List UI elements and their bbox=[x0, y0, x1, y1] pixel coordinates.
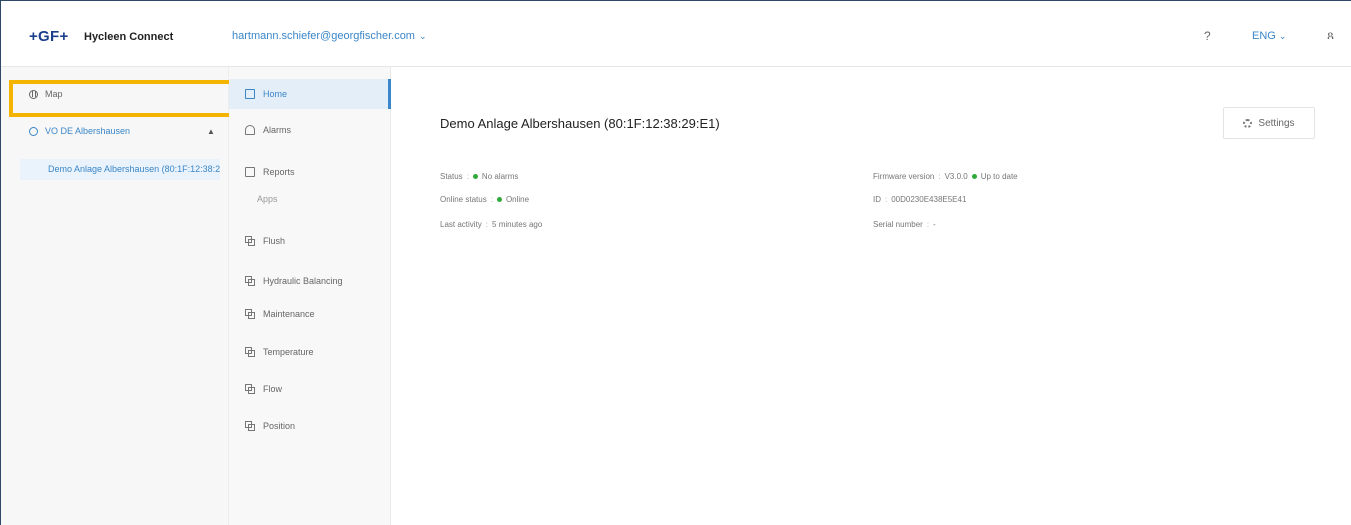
apps-heading: Apps bbox=[257, 194, 278, 204]
last-activity-value: 5 minutes ago bbox=[492, 220, 543, 229]
home-icon bbox=[245, 89, 255, 99]
nav-item-label: Reports bbox=[263, 167, 295, 177]
nav-item-label: Flush bbox=[263, 236, 286, 246]
nav-item-temperature[interactable]: Temperature bbox=[245, 347, 389, 357]
status-dot-icon bbox=[472, 174, 478, 179]
app-icon bbox=[245, 236, 255, 246]
serial-number-label: Serial number bbox=[873, 220, 923, 229]
nav-item-label: Maintenance bbox=[263, 309, 315, 319]
firmware-label: Firmware version bbox=[873, 172, 935, 181]
gear-icon bbox=[1243, 118, 1253, 128]
nav-item-alarms[interactable]: Alarms bbox=[245, 125, 389, 135]
sidebar-item-label: VO DE Albershausen bbox=[45, 126, 131, 136]
sidebar-item-site[interactable]: VO DE Albershausen ▲ bbox=[29, 126, 219, 136]
chevron-up-icon[interactable]: ▲ bbox=[207, 127, 215, 136]
user-icon[interactable]: ጸ bbox=[1327, 28, 1334, 43]
report-icon bbox=[245, 167, 255, 177]
app-icon bbox=[245, 309, 255, 319]
chevron-down-icon: ⌄ bbox=[418, 30, 427, 41]
last-activity-label: Last activity bbox=[440, 220, 482, 229]
nav-item-label: Flow bbox=[263, 384, 283, 394]
id-value: 00D0230E438E5E41 bbox=[891, 195, 967, 204]
device-label: Demo Anlage Albershausen (80:1F:12:38:29… bbox=[48, 164, 220, 174]
nav-item-label: Home bbox=[263, 89, 288, 99]
chevron-down-icon: ⌄ bbox=[1278, 30, 1287, 41]
app-icon bbox=[245, 276, 255, 286]
firmware-dot-icon bbox=[971, 174, 977, 179]
status-row: Status : No alarms bbox=[440, 172, 519, 181]
site-sidebar: Map VO DE Albershausen ▲ Demo Anlage Alb… bbox=[1, 67, 229, 525]
app-icon bbox=[245, 421, 255, 431]
nav-item-label: Temperature bbox=[263, 347, 314, 357]
app-name: Hycleen Connect bbox=[84, 31, 174, 43]
status-value: No alarms bbox=[481, 172, 519, 181]
nav-item-position[interactable]: Position bbox=[245, 421, 389, 431]
last-activity-row: Last activity : 5 minutes ago bbox=[440, 220, 543, 229]
online-status-value: Online bbox=[505, 195, 530, 204]
sidebar-item-device[interactable]: Demo Anlage Albershausen (80:1F:12:38:29… bbox=[20, 159, 220, 180]
app-window: +GF+ Hycleen Connect hartmann.schiefer@g… bbox=[0, 0, 1351, 525]
status-label: Status bbox=[440, 172, 463, 181]
settings-button[interactable]: Settings bbox=[1223, 107, 1315, 139]
settings-label: Settings bbox=[1258, 117, 1295, 129]
location-pin-icon bbox=[29, 126, 38, 136]
nav-item-home[interactable]: Home bbox=[229, 79, 391, 109]
help-icon[interactable]: ? bbox=[1204, 29, 1211, 43]
online-dot-icon bbox=[496, 197, 502, 202]
bell-icon bbox=[245, 125, 255, 135]
online-status-row: Online status : Online bbox=[440, 195, 530, 204]
account-dropdown[interactable]: hartmann.schiefer@georgfischer.com ⌄ bbox=[232, 30, 427, 42]
id-label: ID bbox=[873, 195, 881, 204]
firmware-row: Firmware version : V3.0.0 Up to date bbox=[873, 172, 1018, 181]
top-header: +GF+ Hycleen Connect hartmann.schiefer@g… bbox=[1, 1, 1351, 67]
nav-item-flow[interactable]: Flow bbox=[245, 384, 389, 394]
online-status-label: Online status bbox=[440, 195, 487, 204]
account-email: hartmann.schiefer@georgfischer.com bbox=[232, 30, 415, 42]
app-icon bbox=[245, 347, 255, 357]
id-row: ID : 00D0230E438E5E41 bbox=[873, 195, 967, 204]
nav-item-flush[interactable]: Flush bbox=[245, 236, 389, 246]
device-overview: Demo Anlage Albershausen (80:1F:12:38:29… bbox=[392, 67, 1351, 525]
firmware-value: V3.0.0 bbox=[944, 172, 968, 181]
language-label: ENG bbox=[1252, 30, 1276, 42]
nav-item-label: Hydraulic Balancing bbox=[263, 276, 343, 286]
device-nav: Home Alarms Reports Apps Flush Hydraulic… bbox=[229, 67, 391, 525]
gf-logo[interactable]: +GF+ bbox=[29, 28, 69, 45]
app-icon bbox=[245, 384, 255, 394]
nav-item-label: Alarms bbox=[263, 125, 292, 135]
serial-number-value: - bbox=[933, 220, 936, 229]
firmware-status: Up to date bbox=[980, 172, 1018, 181]
page-title: Demo Anlage Albershausen (80:1F:12:38:29… bbox=[440, 116, 720, 131]
nav-item-hydraulic-balancing[interactable]: Hydraulic Balancing bbox=[245, 276, 389, 286]
serial-number-row: Serial number : - bbox=[873, 220, 936, 229]
highlight-box bbox=[9, 80, 235, 117]
language-dropdown[interactable]: ENG ⌄ bbox=[1252, 30, 1286, 42]
nav-item-reports[interactable]: Reports bbox=[245, 167, 389, 177]
nav-item-maintenance[interactable]: Maintenance bbox=[245, 309, 389, 319]
nav-item-label: Position bbox=[263, 421, 296, 431]
